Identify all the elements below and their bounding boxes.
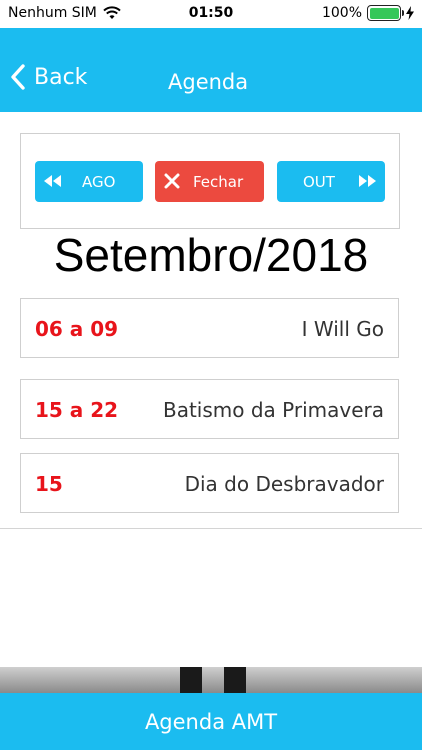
event-date: 15	[35, 472, 63, 496]
event-row[interactable]: 06 a 09 I Will Go	[20, 298, 399, 358]
event-date: 06 a 09	[35, 317, 119, 341]
background-photo	[0, 667, 422, 693]
rewind-icon	[44, 175, 61, 187]
battery-group: 100%	[322, 5, 414, 21]
close-icon	[164, 173, 180, 189]
charging-bolt-icon	[406, 6, 414, 20]
background-photo-figure	[224, 667, 246, 693]
next-month-label: OUT	[303, 173, 335, 191]
bottom-bar-label: Agenda AMT	[144, 709, 278, 734]
divider	[0, 528, 422, 529]
battery-percent: 100%	[321, 5, 362, 21]
event-title: I Will Go	[301, 317, 384, 341]
bottom-bar-button[interactable]: Agenda AMT	[0, 693, 422, 750]
battery-icon	[367, 5, 404, 21]
previous-month-label: AGO	[82, 173, 116, 191]
previous-month-button[interactable]: AGO	[35, 161, 143, 202]
month-controls: AGO Fechar OUT	[20, 133, 400, 229]
event-row[interactable]: 15 a 22 Batismo da Primavera	[20, 379, 399, 439]
event-title: Batismo da Primavera	[162, 398, 384, 422]
page-title: Agenda	[168, 70, 249, 94]
close-button[interactable]: Fechar	[155, 161, 264, 202]
fast-forward-icon	[359, 175, 376, 187]
navigation-bar: Back Agenda	[0, 28, 422, 112]
back-button[interactable]: Back	[10, 64, 87, 90]
event-title: Dia do Desbravador	[184, 472, 384, 496]
back-label: Back	[34, 64, 88, 90]
chevron-left-icon	[11, 64, 25, 90]
status-bar: Nenhum SIM 01:50 100%	[0, 0, 422, 28]
event-row[interactable]: 15 Dia do Desbravador	[20, 453, 399, 513]
next-month-button[interactable]: OUT	[277, 161, 385, 202]
background-photo-figure	[180, 667, 202, 693]
event-date: 15 a 22	[35, 398, 119, 422]
month-heading: Setembro/2018	[53, 229, 369, 281]
close-label: Fechar	[193, 173, 244, 191]
